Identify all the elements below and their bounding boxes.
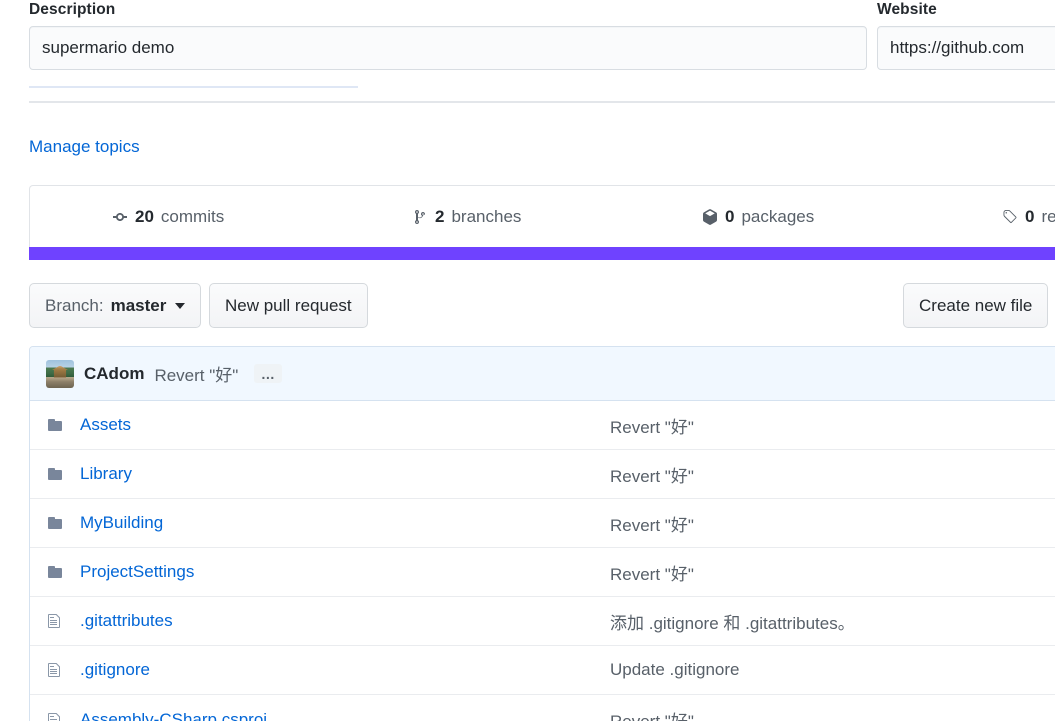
file-commit-message[interactable]: Update .gitignore [610, 660, 1055, 680]
stat-releases[interactable]: 0 releases [1001, 186, 1055, 247]
stat-branches[interactable]: 2 branches [411, 186, 521, 247]
file-commit-message[interactable]: Revert "好" [610, 560, 1055, 585]
file-name-link[interactable]: MyBuilding [80, 513, 610, 533]
folder-icon [46, 564, 68, 580]
table-row: Assembly-CSharp.csprojRevert "好" [30, 695, 1055, 721]
repo-file-toolbar: Branch: master New pull request Create n… [0, 283, 1055, 328]
stat-commits[interactable]: 20 commits [111, 186, 224, 247]
file-icon [46, 662, 68, 678]
table-row: ProjectSettings Revert "好" [30, 548, 1055, 597]
create-new-file-button[interactable]: Create new file [903, 283, 1049, 328]
avatar [46, 359, 74, 388]
stat-branches-count: 2 [435, 206, 445, 226]
commit-expand-button[interactable]: … [254, 364, 283, 383]
stat-packages-label: packages [741, 206, 815, 226]
create-new-file-label: Create new file [919, 296, 1033, 315]
branch-selector-button[interactable]: Branch: master [29, 283, 202, 328]
description-label: Description [29, 1, 116, 18]
file-commit-message[interactable]: Revert "好" [610, 462, 1055, 487]
file-name-link[interactable]: Assets [80, 415, 610, 435]
folder-icon [46, 417, 68, 433]
file-commit-message[interactable]: Revert "好" [610, 511, 1055, 536]
commit-message-link[interactable]: Revert "好" [154, 361, 238, 386]
stat-releases-label: releases [1041, 206, 1055, 226]
chevron-down-icon [175, 302, 186, 309]
file-name-link[interactable]: .gitattributes [80, 611, 610, 631]
description-accent-line [29, 86, 358, 88]
file-commit-message[interactable]: Revert "好" [610, 707, 1055, 721]
package-icon [701, 208, 718, 225]
description-field-group: Description [29, 0, 867, 70]
stat-releases-count: 0 [1025, 206, 1035, 226]
branch-name-label: master [110, 296, 167, 315]
commit-icon [111, 208, 128, 225]
table-row: .gitignore Update .gitignore [30, 646, 1055, 695]
table-row: .gitattributes 添加 .gitignore 和 .gitattrib… [30, 597, 1055, 646]
website-field-group: Website [877, 0, 1055, 70]
file-commit-message[interactable]: Revert "好" [610, 413, 1055, 438]
latest-commit-header: CAdom Revert "好" … [30, 347, 1055, 401]
stat-commits-count: 20 [135, 206, 154, 226]
folder-icon [46, 466, 68, 482]
new-pull-request-button[interactable]: New pull request [209, 283, 368, 328]
repository-stats-bar: 20 commits 2 branches 0 packages 0 r [29, 185, 1055, 247]
stat-packages[interactable]: 0 packages [701, 186, 814, 247]
section-divider [29, 101, 1055, 103]
tag-icon [1001, 208, 1018, 225]
branch-icon [411, 208, 428, 225]
file-listing-table: CAdom Revert "好" … Assets Revert "好" Libra… [29, 346, 1055, 721]
stat-commits-label: commits [160, 206, 225, 226]
file-name-link[interactable]: .gitignore [80, 660, 610, 680]
website-input[interactable] [877, 26, 1055, 70]
file-name-link[interactable]: Assembly-CSharp.csproj [80, 710, 610, 721]
file-name-link[interactable]: Library [80, 464, 610, 484]
language-color-bar[interactable] [29, 247, 1055, 260]
repository-page: Description Website Manage topics 20 com… [0, 0, 1055, 721]
website-label: Website [877, 1, 937, 18]
repo-details-edit-bar: Description Website [0, 0, 1055, 84]
branch-prefix-label: Branch: [45, 296, 104, 315]
manage-topics-link[interactable]: Manage topics [29, 136, 140, 158]
table-row: Library Revert "好" [30, 450, 1055, 499]
stat-branches-label: branches [451, 206, 522, 226]
file-icon [46, 712, 68, 721]
file-commit-message[interactable]: 添加 .gitignore 和 .gitattributes。 [610, 609, 1055, 634]
file-name-link[interactable]: ProjectSettings [80, 562, 610, 582]
new-pull-request-label: New pull request [225, 296, 352, 315]
file-icon [46, 613, 68, 629]
table-row: MyBuilding Revert "好" [30, 499, 1055, 548]
commit-author-link[interactable]: CAdom [84, 364, 144, 384]
stat-packages-count: 0 [725, 206, 735, 226]
file-rows-container: Assets Revert "好" Library Revert "好" MyBuild… [30, 401, 1055, 721]
folder-icon [46, 515, 68, 531]
description-input[interactable] [29, 26, 867, 70]
table-row: Assets Revert "好" [30, 401, 1055, 450]
